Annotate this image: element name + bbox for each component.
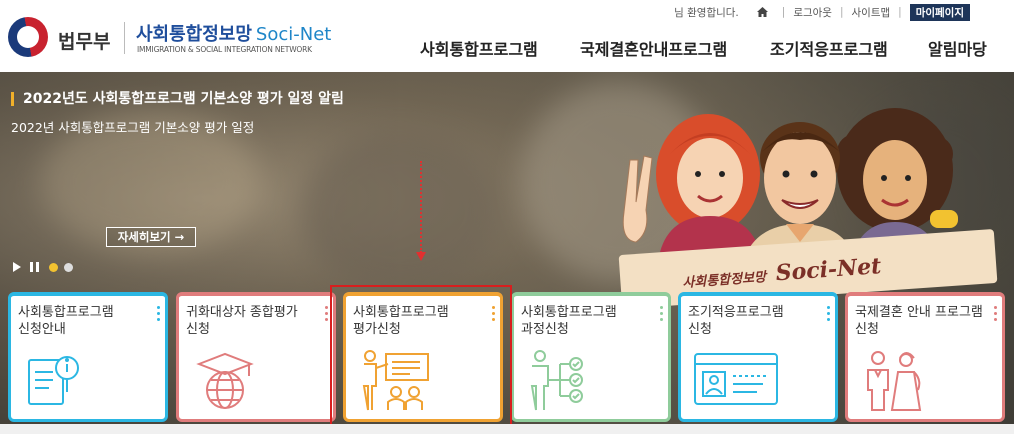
utility-separator: |	[898, 6, 902, 18]
slide-indicator-active[interactable]	[49, 263, 58, 272]
signboard-text-kr: 사회통합정보망	[681, 270, 767, 291]
slide-indicator[interactable]	[64, 263, 73, 272]
wedding-couple-icon	[867, 351, 922, 411]
banner-subtitle: 2022년 사회통합프로그램 기본소양 평가 일정	[11, 120, 255, 135]
greeting-text: 님 환영합니다.	[674, 6, 739, 19]
utility-separator: |	[839, 6, 844, 18]
card-title: 사회통합프로그램 신청안내	[18, 304, 158, 338]
card-title-line1: 사회통합프로그램	[18, 305, 114, 320]
annotation-arrow-line	[420, 161, 422, 253]
more-options-icon[interactable]	[827, 306, 830, 321]
site-name-kr: 사회통합정보망	[136, 24, 252, 45]
ministry-name[interactable]: 법무부	[58, 27, 110, 54]
more-options-icon[interactable]	[325, 306, 328, 321]
sitemap-link[interactable]: 사이트맵	[852, 5, 891, 20]
card-marriage-guide-program[interactable]: 국제결혼 안내 프로그램 신청	[845, 292, 1005, 422]
page: 법무부 사회통합정보망 Soci-Net IMMIGRATION & SOCIAL…	[0, 0, 1014, 434]
process-checklist-icon	[530, 350, 583, 411]
globe-graduation-icon	[196, 352, 254, 409]
header: 법무부 사회통합정보망 Soci-Net IMMIGRATION & SOCIAL…	[0, 0, 1014, 72]
card-program-guide[interactable]: 사회통합프로그램 신청안내	[8, 292, 168, 422]
card-title-line1: 조기적응프로그램	[688, 305, 784, 320]
more-options-icon[interactable]	[660, 306, 663, 321]
card-naturalization-test[interactable]: 귀화대상자 종합평가 신청	[176, 292, 336, 422]
mypage-button[interactable]: 마이페이지	[909, 3, 970, 21]
annotation-arrow-head	[416, 252, 426, 261]
card-course-application[interactable]: 사회통합프로그램 과정신청	[511, 292, 671, 422]
site-logo[interactable]: 사회통합정보망 Soci-Net	[136, 20, 331, 46]
logo-divider	[124, 22, 125, 54]
nav-item-social-integration[interactable]: 사회통합프로그램	[420, 36, 538, 59]
card-title: 귀화대상자 종합평가 신청	[186, 304, 326, 338]
card-title: 사회통합프로그램 과정신청	[521, 304, 661, 338]
card-early-adaptation[interactable]: 조기적응프로그램 신청	[678, 292, 838, 422]
bottom-strip	[0, 424, 1014, 434]
nav-item-notice[interactable]: 알림마당	[928, 36, 987, 59]
more-details-button[interactable]: 자세히보기 →	[106, 227, 196, 247]
card-title-line1: 국제결혼 안내 프로그램	[855, 305, 983, 320]
home-icon[interactable]	[756, 7, 768, 17]
book-info-icon	[28, 356, 79, 405]
id-card-icon	[694, 353, 778, 405]
banner-illustration: 사회통합정보망 Soci-Net	[610, 92, 1000, 310]
site-subtitle: IMMIGRATION & SOCIAL INTEGRATION NETWORK	[137, 45, 312, 54]
banner-title[interactable]: 2022년도 사회통합프로그램 기본소양 평가 일정 알림	[11, 92, 344, 106]
nav-item-early-adaptation[interactable]: 조기적응프로그램	[770, 36, 888, 59]
highlight-box	[330, 285, 512, 433]
site-name-en: Soci-Net	[255, 24, 332, 45]
card-title-line1: 사회통합프로그램	[521, 305, 617, 320]
card-title: 조기적응프로그램 신청	[688, 304, 828, 338]
card-title-line2: 과정신청	[521, 322, 569, 337]
card-title-line2: 신청	[688, 322, 712, 337]
card-title-line2: 신청안내	[18, 322, 66, 337]
card-title: 국제결혼 안내 프로그램 신청	[855, 304, 995, 338]
logout-link[interactable]: 로그아웃	[793, 5, 832, 20]
more-options-icon[interactable]	[157, 306, 160, 321]
nav-item-marriage-guide[interactable]: 국제결혼안내프로그램	[580, 36, 727, 59]
government-emblem-icon[interactable]	[8, 17, 48, 57]
card-title-line1: 귀화대상자 종합평가	[186, 305, 298, 320]
play-icon[interactable]	[13, 262, 21, 272]
utility-bar: 님 환영합니다. | 로그아웃 | 사이트맵 | 마이페이지	[674, 3, 970, 21]
pause-icon[interactable]	[30, 262, 39, 272]
card-title-line2: 신청	[186, 322, 210, 337]
card-title-line2: 신청	[855, 322, 879, 337]
more-options-icon[interactable]	[994, 306, 997, 321]
utility-separator: |	[781, 6, 786, 18]
